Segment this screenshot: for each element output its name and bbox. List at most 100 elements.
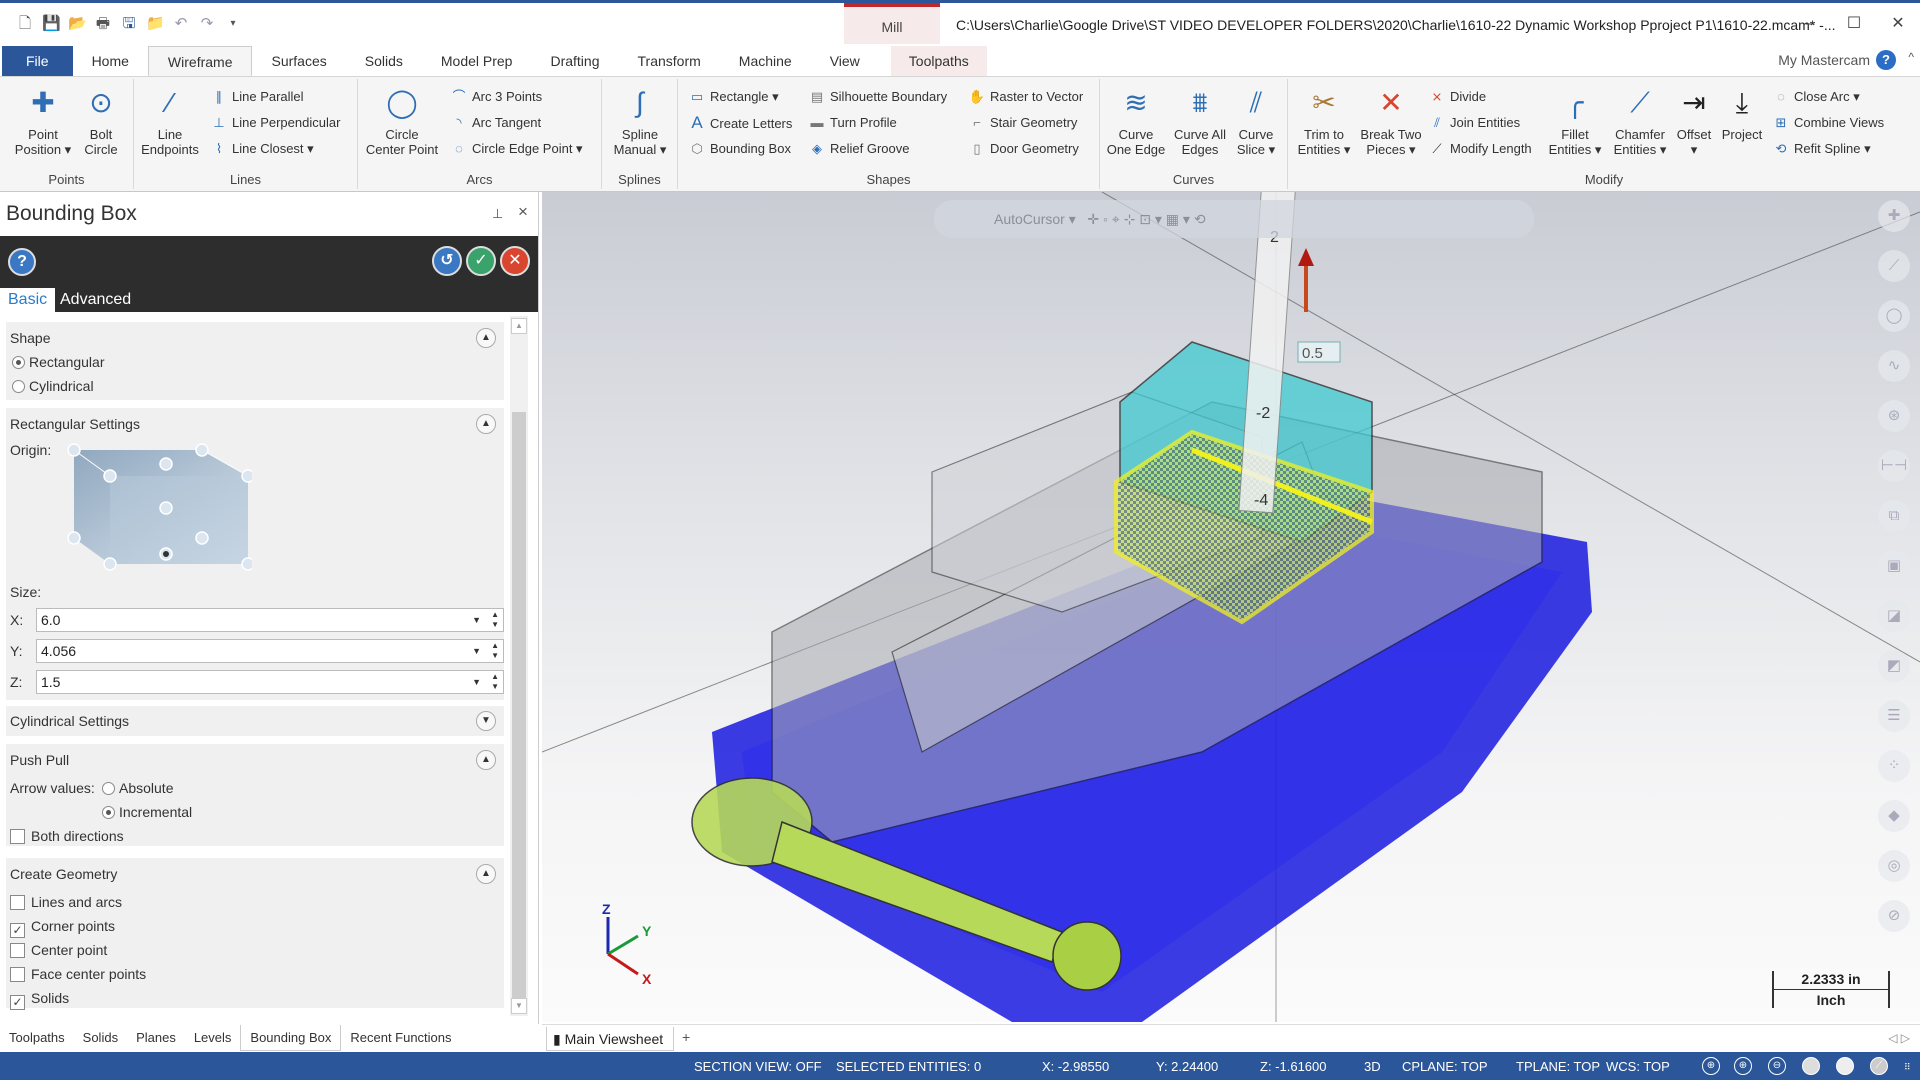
folder-icon[interactable]: 📁 (146, 15, 165, 33)
stock-tool-icon[interactable]: ◆ (1878, 800, 1910, 832)
scrollbar-thumb[interactable] (512, 412, 526, 1002)
corner-points-checkbox[interactable]: ✓ Corner points (10, 918, 115, 938)
refit-spline-button[interactable]: ⟲ Refit Spline ▾ (1772, 139, 1871, 159)
panel-close-icon[interactable]: × (518, 202, 528, 222)
tab-home[interactable]: Home (73, 46, 148, 76)
add-point-icon[interactable]: ✚ (1878, 200, 1910, 232)
curve-all-edges-button[interactable]: ⩩ Curve All Edges (1168, 85, 1232, 157)
tplane-status[interactable]: TPLANE: TOP (1516, 1059, 1600, 1074)
close-arc-button[interactable]: ◌ Close Arc ▾ (1772, 87, 1860, 107)
origin-point[interactable] (195, 443, 209, 457)
divide-button[interactable]: ⨯ Divide (1428, 87, 1487, 107)
graphics-viewport[interactable]: 2 -2 -4 0.5 Z Y X AutoCursor ▾ ✛ ◦ ⌖ ⊹ ⊡… (542, 192, 1920, 1022)
tab-bounding-box-manager[interactable]: Bounding Box (240, 1025, 342, 1051)
panel-scrollbar[interactable]: ▲ ▼ (510, 316, 528, 1016)
customize-icon[interactable]: ▾ (224, 15, 242, 33)
lines-and-arcs-checkbox[interactable]: Lines and arcs (10, 894, 122, 910)
relief-groove-button[interactable]: ◈ Relief Groove (808, 139, 909, 159)
origin-point[interactable] (159, 457, 173, 471)
silhouette-boundary-button[interactable]: ▤ Silhouette Boundary (808, 87, 947, 107)
tab-solids[interactable]: Solids (346, 46, 422, 76)
spinner-icon[interactable]: ▲ ▼ (491, 641, 499, 661)
collapse-create-geometry-button[interactable]: ▲ (476, 864, 496, 884)
shaded-edges-icon[interactable] (1836, 1057, 1854, 1075)
open-icon[interactable]: 📂 (68, 15, 87, 33)
resize-grip-icon[interactable]: ⠿ (1904, 1062, 1911, 1073)
tab-file[interactable]: File (2, 46, 73, 76)
section-view-status[interactable]: SECTION VIEW: OFF (694, 1059, 822, 1074)
size-z-input[interactable]: 1.5 ▼ ▲ ▼ (36, 670, 504, 694)
clear-tool-icon[interactable]: ⊘ (1878, 900, 1910, 932)
help-icon[interactable]: ? (1876, 50, 1896, 70)
dropdown-icon[interactable]: ▼ (472, 671, 481, 693)
print-icon[interactable]: 🖶 (94, 15, 112, 33)
spinner-icon[interactable]: ▲ ▼ (491, 672, 499, 692)
circle-center-point-button[interactable]: ◯ Circle Center Point (362, 85, 442, 157)
pin-icon[interactable]: ⊥ (492, 206, 503, 222)
collapse-push-pull-button[interactable]: ▲ (476, 750, 496, 770)
collapse-ribbon-icon[interactable]: ^ (1908, 50, 1914, 64)
line-closest-button[interactable]: ⌇ Line Closest ▾ (210, 139, 314, 159)
cylindrical-radio[interactable]: Cylindrical (12, 378, 94, 394)
undo-icon[interactable]: ↶ (172, 15, 190, 33)
maximize-button[interactable]: ☐ (1836, 11, 1872, 37)
bolt-circle-button[interactable]: ⊙ Bolt Circle (74, 85, 128, 157)
scroll-up-icon[interactable]: ▲ (511, 318, 527, 334)
tab-levels-manager[interactable]: Levels (185, 1025, 241, 1051)
spline-manual-button[interactable]: ∫ Spline Manual ▾ (606, 85, 674, 157)
arrow-head-icon[interactable] (1298, 248, 1314, 266)
origin-point[interactable] (67, 443, 81, 457)
origin-point[interactable] (241, 469, 252, 483)
scroll-down-icon[interactable]: ▼ (511, 998, 527, 1014)
main-viewsheet-tab[interactable]: ▮ Main Viewsheet (546, 1027, 675, 1051)
points-tool-icon[interactable]: ⁘ (1878, 750, 1910, 782)
combine-views-button[interactable]: ⊞ Combine Views (1772, 113, 1885, 133)
solid-tool-icon[interactable]: ▣ (1878, 550, 1910, 582)
shaded-icon[interactable] (1802, 1057, 1820, 1075)
incremental-radio[interactable]: Incremental (102, 804, 192, 820)
origin-cube-picker[interactable] (62, 442, 252, 572)
redo-icon[interactable]: ↷ (198, 15, 216, 33)
collapse-rectangular-settings-button[interactable]: ▲ (476, 414, 496, 434)
help-button[interactable]: ? (8, 248, 36, 276)
wcs-status[interactable]: WCS: TOP (1606, 1059, 1670, 1074)
tab-model-prep[interactable]: Model Prep (422, 46, 532, 76)
absolute-radio[interactable]: Absolute (102, 780, 173, 796)
boolean-remove-icon[interactable]: ◩ (1878, 650, 1910, 682)
tab-surfaces[interactable]: Surfaces (252, 46, 345, 76)
my-mastercam-link[interactable]: My Mastercam (1778, 52, 1870, 68)
chamfer-entities-button[interactable]: ⟋ Chamfer Entities ▾ (1608, 85, 1672, 157)
boolean-tool-icon[interactable]: ◪ (1878, 600, 1910, 632)
new-file-icon[interactable]: 🗋 (16, 15, 34, 33)
dimension-tool-icon[interactable]: ⊢⊣ (1878, 450, 1910, 482)
line-tool-icon[interactable]: ⟋ (1878, 250, 1910, 282)
ok-and-create-new-button[interactable]: ↺ (432, 246, 462, 276)
dropdown-icon[interactable]: ▼ (472, 640, 481, 662)
expand-cylindrical-settings-button[interactable]: ▼ (476, 711, 496, 731)
collapse-shape-button[interactable]: ▲ (476, 328, 496, 348)
curve-one-edge-button[interactable]: ≋ Curve One Edge (1104, 85, 1168, 157)
spinner-icon[interactable]: ▲ ▼ (491, 610, 499, 630)
trim-to-entities-button[interactable]: ✂ Trim to Entities ▾ (1292, 85, 1356, 157)
surface-tool-icon[interactable]: ⧉ (1878, 500, 1910, 532)
bolt-circle-tool-icon[interactable]: ⊛ (1878, 400, 1910, 432)
stair-geometry-button[interactable]: ⌐ Stair Geometry (968, 113, 1077, 133)
3d-model-view[interactable]: 2 -2 -4 0.5 Z Y X (542, 192, 1920, 1022)
curve-slice-button[interactable]: ⫽ Curve Slice ▾ (1230, 85, 1282, 157)
origin-point[interactable] (67, 531, 81, 545)
tab-transform[interactable]: Transform (619, 46, 720, 76)
autocursor-toolbar[interactable]: AutoCursor ▾ ✛ ◦ ⌖ ⊹ ⊡ ▾ ▦ ▾ ⟲ (934, 200, 1534, 238)
offset-button[interactable]: ⇥ Offset ▾ (1672, 85, 1716, 157)
circle-tool-icon[interactable]: ◯ (1878, 300, 1910, 332)
rectangle-button[interactable]: ▭ Rectangle ▾ (688, 87, 779, 107)
line-endpoints-button[interactable]: ⁄ Line Endpoints (140, 85, 200, 157)
layer-tool-icon[interactable]: ☰ (1878, 700, 1910, 732)
tab-solids-manager[interactable]: Solids (74, 1025, 127, 1051)
modify-length-button[interactable]: ⟋ Modify Length (1428, 139, 1531, 159)
tab-toolpaths[interactable]: Toolpaths (890, 46, 987, 76)
project-button[interactable]: ⤓ Project (1718, 85, 1766, 142)
viewsheet-nav-arrows[interactable]: ◁ ▷ (1888, 1031, 1910, 1045)
tab-machine[interactable]: Machine (720, 46, 811, 76)
wireframe-globe-icon[interactable]: ⊕ (1702, 1057, 1720, 1075)
point-position-button[interactable]: ✚ Point Position ▾ (14, 85, 72, 157)
